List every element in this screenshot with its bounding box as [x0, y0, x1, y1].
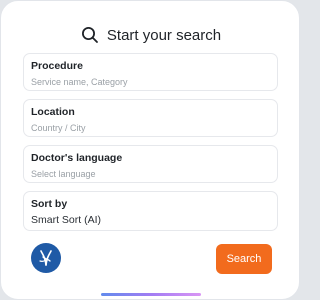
search-icon [81, 26, 99, 44]
brand-logo-icon[interactable] [31, 243, 61, 273]
sort-field[interactable]: Sort by Smart Sort (AI) [23, 191, 278, 231]
search-button[interactable]: Search [216, 244, 272, 274]
search-header: Start your search [1, 23, 301, 47]
sort-label: Sort by [31, 198, 68, 210]
procedure-input[interactable]: Service name, Category [31, 76, 270, 89]
language-label: Doctor's language [31, 152, 123, 164]
page-title: Start your search [106, 26, 222, 44]
home-indicator [101, 293, 201, 296]
location-label: Location [31, 106, 75, 118]
procedure-label: Procedure [31, 60, 83, 72]
search-card: Start your search Procedure Service name… [0, 0, 300, 300]
language-field[interactable]: Doctor's language Select language [23, 145, 278, 183]
sort-select[interactable]: Smart Sort (AI) [31, 214, 270, 227]
location-field[interactable]: Location Country / City [23, 99, 278, 137]
procedure-field[interactable]: Procedure Service name, Category [23, 53, 278, 91]
language-select[interactable]: Select language [31, 168, 270, 181]
location-input[interactable]: Country / City [31, 122, 270, 135]
